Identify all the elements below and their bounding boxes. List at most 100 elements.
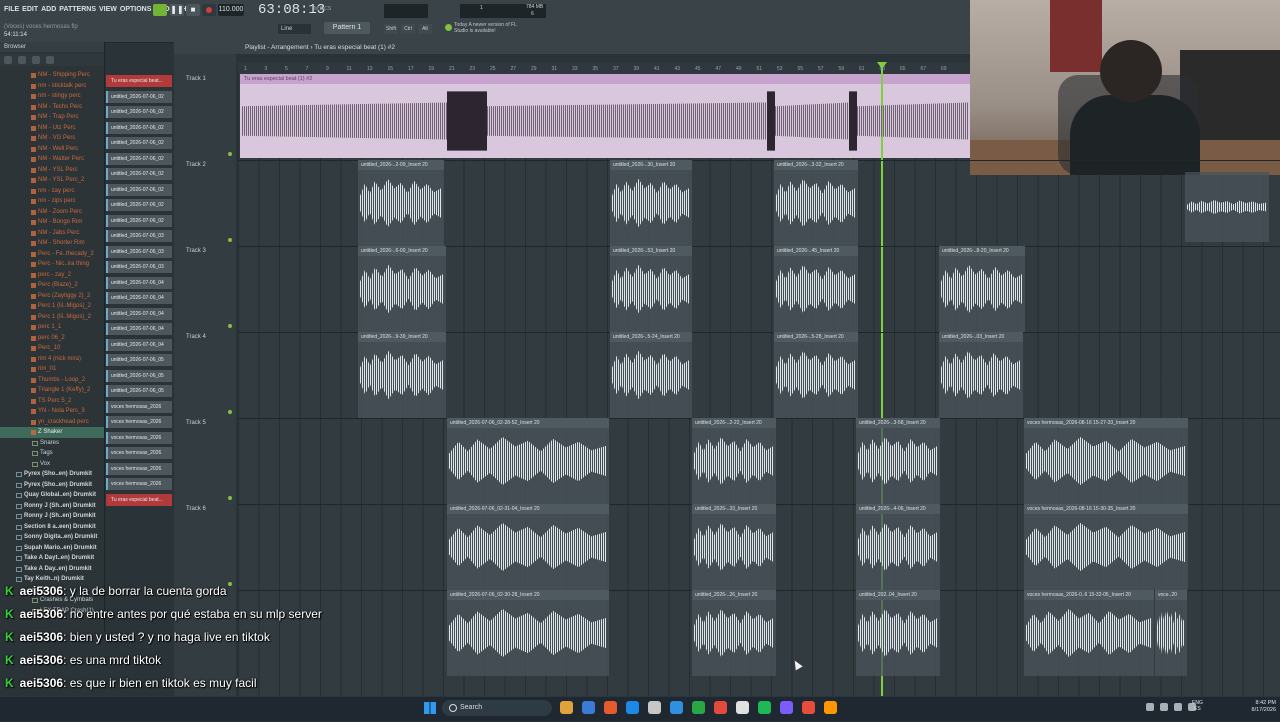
browser-file[interactable]: yn_crackhead perc: [0, 417, 104, 428]
clip-source-item[interactable]: untitled_2026-07-06_05: [106, 369, 172, 382]
browser-file[interactable]: NM - Zoom Perc: [0, 207, 104, 218]
browser-folder[interactable]: Section 8 a..een) Drumkit: [0, 522, 104, 533]
clip-source-item[interactable]: Tu eras especial beat...: [106, 493, 172, 506]
tempo-display[interactable]: 110.000: [218, 4, 244, 16]
clip-source-item[interactable]: untitled_2026-07-06_02: [106, 199, 172, 211]
track-active-icon[interactable]: [228, 582, 232, 586]
browser-folder[interactable]: Ronny J (Sh..en) Drumkit: [0, 511, 104, 522]
browser-file[interactable]: Perc 1 (lil..Migos)_2: [0, 312, 104, 323]
browser-file[interactable]: NM - Bongo Rim: [0, 217, 104, 228]
audio-clip[interactable]: untitled_2026-..9-39_Insert 20: [358, 332, 446, 418]
browser-header[interactable]: Browser: [0, 42, 104, 52]
menu-add[interactable]: ADD: [41, 6, 56, 13]
browser-file[interactable]: NM - Utz Perc: [0, 123, 104, 134]
clip-source-item[interactable]: untitled_2026-07-06_03: [106, 230, 172, 242]
audio-clip[interactable]: untitled_2026-..2-09_Insert 20: [358, 160, 444, 246]
track-label[interactable]: Track 6: [186, 506, 206, 512]
ctrl-toggle[interactable]: Ctrl: [401, 24, 415, 34]
browser-folder[interactable]: Vox: [0, 459, 104, 470]
clip-source-item[interactable]: untitled_2026-07-06_02: [106, 106, 172, 118]
clip-source-item[interactable]: voces hermosas_2026: [106, 462, 172, 475]
track-active-icon[interactable]: [228, 496, 232, 500]
browser-file[interactable]: NM - Techs Perc: [0, 102, 104, 113]
file-explorer-icon[interactable]: [560, 701, 573, 714]
browser-file[interactable]: Perc 1 (lil..Migos)_2: [0, 301, 104, 312]
clip-source-item[interactable]: untitled_2026-07-06_02: [106, 183, 172, 196]
clip-source-item[interactable]: untitled_2026-07-06_04: [106, 323, 172, 335]
clip-source-item[interactable]: voces hermosas_2026: [106, 478, 172, 490]
audio-clip[interactable]: untitled_2026-..8-20_Insert 20: [939, 246, 1025, 332]
audio-clip[interactable]: untitled_2026-07-06_02-30-28_Insert 20: [447, 590, 609, 676]
audio-clip[interactable]: untitled_2026-..53_Insert 20: [610, 246, 692, 332]
audio-clip[interactable]: untitled_2026-..4-06_Insert 20: [856, 504, 940, 590]
windows-start-icon[interactable]: [424, 702, 436, 714]
clip-source-item[interactable]: untitled_2026-07-06_03: [106, 261, 172, 273]
pause-button[interactable]: ❚❚: [170, 4, 184, 16]
audio-clip[interactable]: voce..20: [1155, 590, 1187, 676]
browser-file[interactable]: nm - zay perc: [0, 186, 104, 197]
track-label[interactable]: Track 1: [186, 76, 206, 82]
fl-studio-icon[interactable]: [824, 701, 837, 714]
audio-clip[interactable]: [1185, 172, 1269, 242]
browser-file[interactable]: nm - stingy perc: [0, 91, 104, 102]
browser-file[interactable]: perc - zay_2: [0, 270, 104, 281]
browser-file[interactable]: Perc (Blaze)_2: [0, 280, 104, 291]
clip-source-item[interactable]: untitled_2026-07-06_02: [106, 168, 172, 180]
browser-file[interactable]: Perc (Zaytiggy 2)_2: [0, 291, 104, 302]
browser-folder[interactable]: Snares: [0, 438, 104, 449]
audio-clip[interactable]: untitled_2026-07-06_02-28-52_Insert 20: [447, 418, 609, 504]
menu-edit[interactable]: EDIT: [22, 6, 38, 13]
edge-icon[interactable]: [582, 701, 595, 714]
browser-folder[interactable]: Take A Day..en) Drumkit: [0, 564, 104, 575]
browser-folder[interactable]: Quay Global..en) Drumkit: [0, 490, 104, 501]
browser-file[interactable]: YN - Nola Perc_3: [0, 406, 104, 417]
browser-folder[interactable]: Sonny Digita..en) Drumkit: [0, 532, 104, 543]
audio-clip[interactable]: untitled_2026-..3-58_Insert 20: [856, 418, 940, 504]
track-label[interactable]: Track 4: [186, 334, 206, 340]
browser-tool-icon[interactable]: [32, 56, 40, 64]
excel-icon[interactable]: [692, 701, 705, 714]
browser-file[interactable]: NM - YSL Perc_2: [0, 175, 104, 186]
clip-source-item[interactable]: Tu eras especial beat...: [106, 75, 172, 87]
clip-source-item[interactable]: untitled_2026-07-06_03: [106, 245, 172, 258]
taskbar-search[interactable]: Search: [442, 700, 552, 716]
browser-file[interactable]: perc 06_2: [0, 333, 104, 344]
wifi-icon[interactable]: [1146, 703, 1154, 711]
audio-clip[interactable]: untitled_2026-..5-24_Insert 20: [610, 332, 692, 418]
fl-icon[interactable]: [604, 701, 617, 714]
tray-chevron-icon[interactable]: [1188, 703, 1196, 711]
browser-file[interactable]: NM - Shorter Rim: [0, 238, 104, 249]
browser-tool-icon[interactable]: [18, 56, 26, 64]
shift-toggle[interactable]: Shift: [384, 24, 398, 34]
clip-source-item[interactable]: untitled_2026-07-06_04: [106, 292, 172, 304]
audio-clip[interactable]: untitled_2026-..2-22_Insert 20: [692, 418, 776, 504]
notepad-icon[interactable]: [736, 701, 749, 714]
volume-icon[interactable]: [1160, 703, 1168, 711]
stop-button[interactable]: ■: [186, 4, 200, 16]
track-label[interactable]: Track 5: [186, 420, 206, 426]
browser-file[interactable]: Thumbs - Loop_2: [0, 375, 104, 386]
menu-patterns[interactable]: PATTERNS: [59, 6, 96, 13]
audio-clip[interactable]: voces hermosas_2026-08-16 15-30-35_Inser…: [1024, 504, 1188, 590]
browser-file[interactable]: Z Shaker: [0, 427, 104, 438]
browser-file[interactable]: Perc - Nic..ira thing: [0, 259, 104, 270]
chrome-icon[interactable]: [714, 701, 727, 714]
audio-clip[interactable]: untitled_2026-..03_Insert 20: [939, 332, 1023, 418]
clip-source-item[interactable]: untitled_2026-07-06_04: [106, 276, 172, 289]
clock[interactable]: 8:42 PM 8/17/2026: [1244, 700, 1276, 714]
browser-file[interactable]: NM - Well Perc: [0, 144, 104, 155]
browser-file[interactable]: rim 4 (nick mira): [0, 354, 104, 365]
browser-file[interactable]: Triangle 1 (Keffy)_2: [0, 385, 104, 396]
browser-file[interactable]: NM - Jabs Perc: [0, 228, 104, 239]
audio-clip[interactable]: untitled_202..04_Insert 20: [856, 590, 940, 676]
browser-folder[interactable]: Take A Dayt..en) Drumkit: [0, 553, 104, 564]
audio-clip[interactable]: untitled_2026-..30_Insert 20: [610, 160, 692, 246]
audio-clip[interactable]: voces hermosas_2026-08-16 15-27-33_Inser…: [1024, 418, 1188, 504]
clip-source-item[interactable]: voces hermosas_2026: [106, 400, 172, 413]
audio-clip[interactable]: untitled_2026-07-06_02-31-04_Insert 20: [447, 504, 609, 590]
clip-source-item[interactable]: untitled_2026-07-06_05: [106, 385, 172, 397]
clip-source-item[interactable]: untitled_2026-07-06_02: [106, 90, 172, 103]
snap-select[interactable]: Line: [278, 24, 311, 34]
battery-icon[interactable]: [1174, 703, 1182, 711]
mail-icon[interactable]: [670, 701, 683, 714]
